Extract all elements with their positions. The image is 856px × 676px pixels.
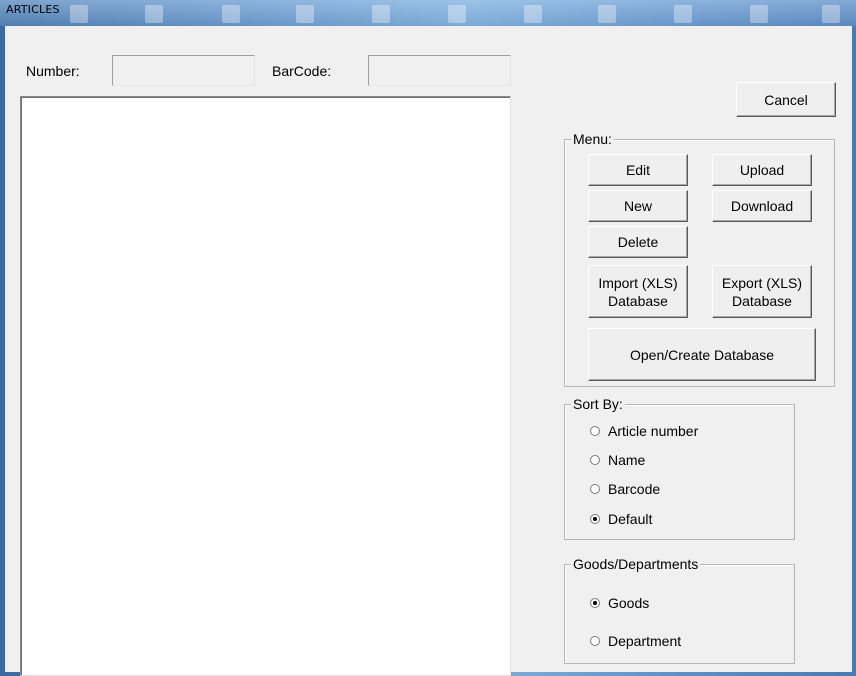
- sort-option-label: Name: [608, 452, 646, 468]
- articles-list[interactable]: [20, 96, 511, 676]
- delete-button[interactable]: Delete: [588, 226, 688, 258]
- number-input[interactable]: [112, 55, 255, 86]
- sort-option-barcode[interactable]: Barcode: [590, 481, 660, 497]
- sort-option-name[interactable]: Name: [590, 452, 645, 468]
- cancel-button[interactable]: Cancel: [736, 82, 836, 117]
- sort-by-group: Sort By: Article number Name Barcode Def…: [564, 396, 795, 540]
- radio-button-checked-icon[interactable]: [590, 598, 600, 608]
- desktop-icon: [296, 5, 314, 23]
- sort-by-title: Sort By:: [571, 396, 625, 412]
- barcode-input[interactable]: [368, 55, 511, 86]
- menu-group-title: Menu:: [571, 131, 614, 147]
- edit-button[interactable]: Edit: [588, 154, 688, 186]
- number-label: Number:: [26, 63, 80, 79]
- barcode-label: BarCode:: [272, 63, 332, 79]
- option-label: Goods: [608, 595, 650, 611]
- desktop-icon: [750, 5, 768, 23]
- menu-group: Menu: Edit Upload New Download Delete Im…: [564, 131, 835, 387]
- desktop-icon: [674, 5, 692, 23]
- sort-option-label: Default: [608, 511, 653, 527]
- title-bar: ARTICLES: [0, 0, 856, 26]
- option-goods[interactable]: Goods: [590, 595, 649, 611]
- desktop-icon: [145, 5, 163, 23]
- export-xls-button[interactable]: Export (XLS) Database: [712, 265, 812, 318]
- goods-departments-group: Goods/Departments Goods Department: [564, 556, 795, 664]
- radio-button-icon[interactable]: [590, 426, 600, 436]
- upload-button[interactable]: Upload: [712, 154, 812, 186]
- radio-button-icon[interactable]: [590, 455, 600, 465]
- sort-option-label: Barcode: [608, 481, 661, 497]
- sort-option-default[interactable]: Default: [590, 511, 652, 527]
- desktop-icon: [70, 5, 88, 23]
- sort-option-label: Article number: [608, 423, 699, 439]
- articles-window: Number: BarCode: Cancel Menu: Edit Uploa…: [5, 26, 852, 676]
- option-label: Department: [608, 633, 682, 649]
- desktop-icon: [222, 5, 240, 23]
- desktop-icon: [598, 5, 616, 23]
- window-title: ARTICLES: [6, 3, 60, 16]
- goods-departments-title: Goods/Departments: [571, 556, 701, 572]
- desktop-icon: [448, 5, 466, 23]
- import-xls-button[interactable]: Import (XLS) Database: [588, 265, 688, 318]
- download-button[interactable]: Download: [712, 190, 812, 222]
- open-create-database-button[interactable]: Open/Create Database: [588, 328, 816, 381]
- desktop-icon: [524, 5, 542, 23]
- new-button[interactable]: New: [588, 190, 688, 222]
- radio-button-icon[interactable]: [590, 484, 600, 494]
- radio-button-icon[interactable]: [590, 636, 600, 646]
- radio-button-checked-icon[interactable]: [590, 514, 600, 524]
- desktop-icon: [372, 5, 390, 23]
- sort-option-article-number[interactable]: Article number: [590, 423, 698, 439]
- option-department[interactable]: Department: [590, 633, 681, 649]
- desktop-icon: [822, 5, 840, 23]
